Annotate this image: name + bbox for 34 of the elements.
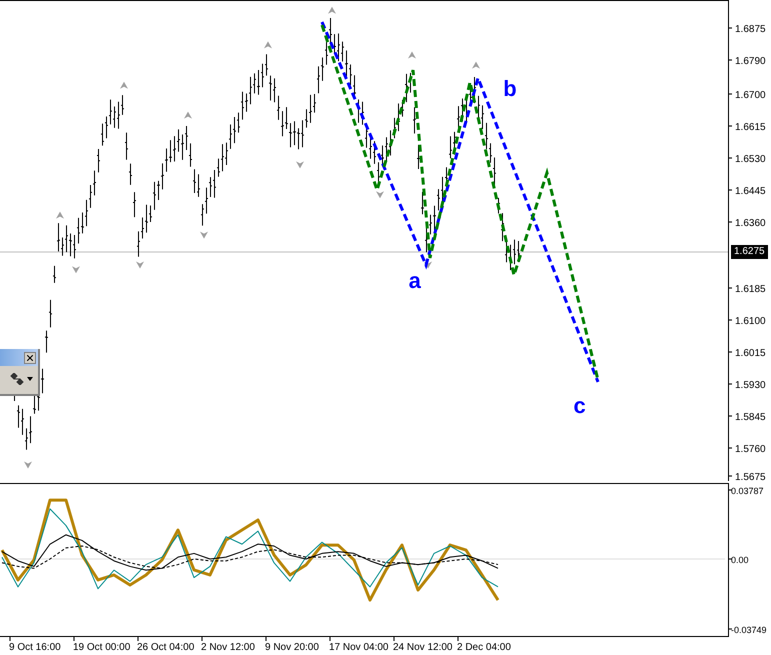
axis-label: 0.00 bbox=[731, 555, 749, 565]
wave-label: a bbox=[408, 268, 421, 293]
axis-label: 1.6100 bbox=[735, 316, 766, 327]
axis-label: 9 Oct 16:00 bbox=[9, 642, 61, 653]
close-icon bbox=[25, 352, 35, 362]
axis-label: 26 Oct 04:00 bbox=[137, 642, 194, 653]
tool-icon bbox=[10, 373, 24, 385]
axis-label: 1.5760 bbox=[735, 444, 766, 455]
axis-label: 0.03787 bbox=[731, 486, 764, 496]
axis-label: 24 Nov 12:00 bbox=[393, 642, 452, 653]
caret-icon bbox=[27, 377, 33, 381]
axis-label: 17 Nov 04:00 bbox=[329, 642, 388, 653]
axis-label: 2 Nov 12:00 bbox=[201, 642, 255, 653]
axis-label: 1.5845 bbox=[735, 412, 766, 423]
current-price: 1.6275 bbox=[731, 245, 768, 259]
axis-label: 2 Dec 04:00 bbox=[457, 642, 511, 653]
axis-label: 1.6445 bbox=[735, 186, 766, 197]
axis-label: 1.6700 bbox=[735, 90, 766, 101]
axis-label: 1.6615 bbox=[735, 122, 766, 133]
wave-label: b bbox=[503, 76, 517, 102]
axis-label: 1.6185 bbox=[735, 284, 766, 295]
axis-label: 1.6015 bbox=[735, 348, 766, 359]
axis-label: -0.03749 bbox=[731, 625, 767, 635]
axis-label: 9 Nov 20:00 bbox=[265, 642, 319, 653]
axis-label: 1.5675 bbox=[735, 472, 766, 482]
axis-label: 19 Oct 00:00 bbox=[73, 642, 130, 653]
axis-label: 1.6875 bbox=[735, 24, 766, 35]
axis-label: 1.5930 bbox=[735, 380, 766, 391]
wave-label: c bbox=[573, 393, 586, 418]
axis-label: 1.6790 bbox=[735, 56, 766, 67]
close-button[interactable] bbox=[24, 352, 36, 364]
axis-label: 1.6530 bbox=[735, 154, 766, 165]
axis-label: 1.6360 bbox=[735, 218, 766, 229]
tool-dropdown[interactable] bbox=[10, 373, 33, 385]
